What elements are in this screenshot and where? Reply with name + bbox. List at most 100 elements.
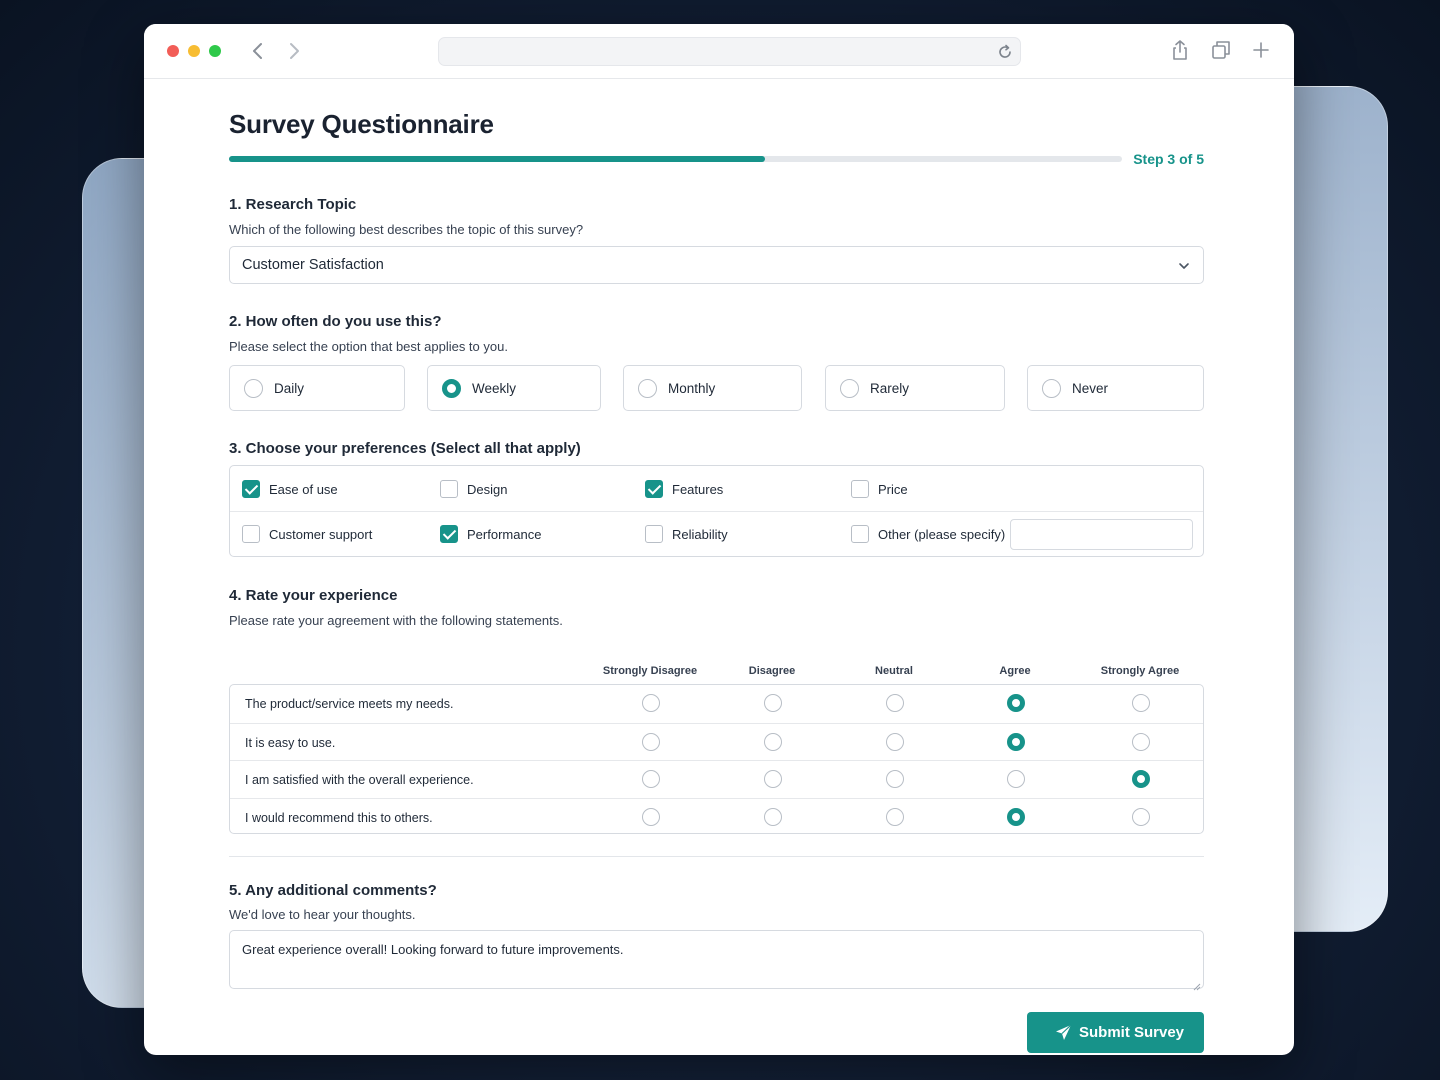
rating-row: I am satisfied with the overall experien… — [230, 760, 1203, 798]
preferences-grid: Ease of use Design Features Price Customer s… — [229, 465, 1204, 557]
checkbox-features[interactable] — [645, 480, 663, 498]
research-topic-select[interactable]: Customer Satisfaction — [229, 246, 1204, 284]
frequency-option-never[interactable]: Never — [1027, 365, 1204, 411]
rating-radio[interactable] — [886, 770, 904, 788]
reload-icon[interactable] — [996, 43, 1014, 61]
q5-title: 5. Any additional comments? — [229, 882, 437, 899]
section-divider — [229, 856, 1204, 857]
resize-grip-icon[interactable] — [1193, 978, 1201, 991]
rating-column-header: Strongly Disagree — [602, 665, 698, 677]
radio-button[interactable] — [638, 379, 657, 398]
q2-subtitle: Please select the option that best appli… — [229, 339, 508, 354]
browser-window: Survey Questionnaire Step 3 of 5 1. Rese… — [144, 24, 1294, 1055]
rating-radio[interactable] — [886, 732, 904, 751]
rating-radio[interactable] — [886, 694, 904, 712]
q1-title: 1. Research Topic — [229, 196, 357, 213]
checkbox-label-other-please-specify[interactable]: Other (please specify) — [878, 527, 1005, 542]
rating-column-header: Neutral — [875, 665, 913, 677]
q5-subtitle: We'd love to hear your thoughts. — [229, 907, 416, 922]
browser-titlebar — [144, 24, 1294, 79]
checkbox-design[interactable] — [440, 480, 458, 498]
rating-radio[interactable] — [764, 732, 782, 751]
q4-subtitle: Please rate your agreement with the foll… — [229, 613, 563, 628]
chevron-down-icon — [1177, 259, 1191, 273]
checkbox-performance[interactable] — [440, 525, 458, 543]
checkbox-reliability[interactable] — [645, 525, 663, 543]
comments-textarea[interactable]: Great experience overall! Looking forwar… — [229, 930, 1204, 991]
submit-survey-button[interactable]: Submit Survey — [1027, 1012, 1204, 1053]
rating-radio[interactable] — [1007, 770, 1025, 788]
rating-radio[interactable] — [1007, 732, 1025, 751]
rating-row: It is easy to use. — [230, 722, 1203, 761]
checkbox-ease-of-use[interactable] — [242, 480, 260, 498]
rating-radio[interactable] — [764, 807, 782, 826]
frequency-option-rarely[interactable]: Rarely — [825, 365, 1005, 411]
rating-radio[interactable] — [764, 694, 782, 712]
other-specify-input[interactable] — [1010, 519, 1193, 550]
rating-radio[interactable] — [1132, 732, 1150, 751]
rating-radio[interactable] — [1132, 807, 1150, 826]
rating-row: The product/service meets my needs. — [230, 685, 1203, 723]
radio-button[interactable] — [840, 379, 859, 398]
frequency-option-label: Monthly — [668, 381, 716, 396]
rating-radio[interactable] — [642, 770, 660, 788]
frequency-option-label: Weekly — [472, 381, 517, 396]
checkbox-customer-support[interactable] — [242, 525, 260, 543]
checkbox-label-price[interactable]: Price — [878, 482, 908, 497]
rating-statement: I am satisfied with the overall experien… — [245, 773, 474, 787]
checkbox-label-customer-support[interactable]: Customer support — [269, 527, 372, 542]
checkbox-price[interactable] — [851, 480, 869, 498]
q3-title: 3. Choose your preferences (Select all t… — [229, 440, 581, 457]
address-bar[interactable] — [438, 37, 1021, 66]
maximize-window-button[interactable] — [209, 45, 221, 57]
q2-title: 2. How often do you use this? — [229, 313, 442, 330]
minimize-window-button[interactable] — [188, 45, 200, 57]
submit-survey-label: Submit Survey — [1079, 1024, 1185, 1041]
rating-statement: The product/service meets my needs. — [245, 697, 454, 711]
rating-radio[interactable] — [764, 770, 782, 788]
frequency-option-monthly[interactable]: Monthly — [623, 365, 802, 411]
rating-radio[interactable] — [642, 807, 660, 826]
checkbox-label-design[interactable]: Design — [467, 482, 507, 497]
share-icon[interactable] — [1169, 39, 1191, 61]
rating-radio[interactable] — [1007, 807, 1025, 826]
back-icon[interactable] — [248, 38, 268, 64]
forward-icon[interactable] — [284, 38, 304, 64]
research-topic-value: Customer Satisfaction — [242, 257, 384, 273]
rating-radio[interactable] — [642, 694, 660, 712]
q4-title: 4. Rate your experience — [229, 587, 398, 604]
frequency-option-daily[interactable]: Daily — [229, 365, 405, 411]
frequency-option-label: Daily — [274, 381, 305, 396]
rating-row: I would recommend this to others. — [230, 797, 1203, 836]
rating-radio[interactable] — [642, 732, 660, 751]
checkbox-label-ease-of-use[interactable]: Ease of use — [269, 482, 338, 497]
plus-icon[interactable] — [1250, 39, 1272, 61]
rating-radio[interactable] — [1007, 694, 1025, 712]
send-icon — [1055, 1024, 1072, 1041]
rating-radio[interactable] — [886, 807, 904, 826]
rating-radio[interactable] — [1132, 770, 1150, 788]
rating-matrix: The product/service meets my needs. It is… — [229, 684, 1204, 834]
comments-value: Great experience overall! Looking forwar… — [242, 942, 624, 957]
preferences-divider — [230, 511, 1203, 512]
checkbox-label-performance[interactable]: Performance — [467, 527, 541, 542]
checkbox-label-reliability[interactable]: Reliability — [672, 527, 728, 542]
checkbox-label-features[interactable]: Features — [672, 482, 723, 497]
rating-radio[interactable] — [1132, 694, 1150, 712]
frequency-option-weekly[interactable]: Weekly — [427, 365, 601, 411]
rating-column-header: Agree — [999, 665, 1031, 677]
radio-button[interactable] — [1042, 379, 1061, 398]
rating-statement: It is easy to use. — [245, 735, 336, 750]
frequency-option-label: Rarely — [870, 381, 910, 396]
close-window-button[interactable] — [167, 45, 179, 57]
step-indicator: Step 3 of 5 — [1133, 151, 1204, 167]
radio-button[interactable] — [442, 379, 461, 398]
q1-subtitle: Which of the following best describes th… — [229, 222, 584, 237]
radio-button[interactable] — [244, 379, 263, 398]
rating-statement: I would recommend this to others. — [245, 810, 433, 825]
tabs-icon[interactable] — [1210, 39, 1232, 61]
frequency-option-label: Never — [1072, 381, 1109, 396]
checkbox-other-please-specify[interactable] — [851, 525, 869, 543]
progress-bar — [229, 156, 1122, 162]
rating-column-header: Disagree — [748, 665, 796, 677]
